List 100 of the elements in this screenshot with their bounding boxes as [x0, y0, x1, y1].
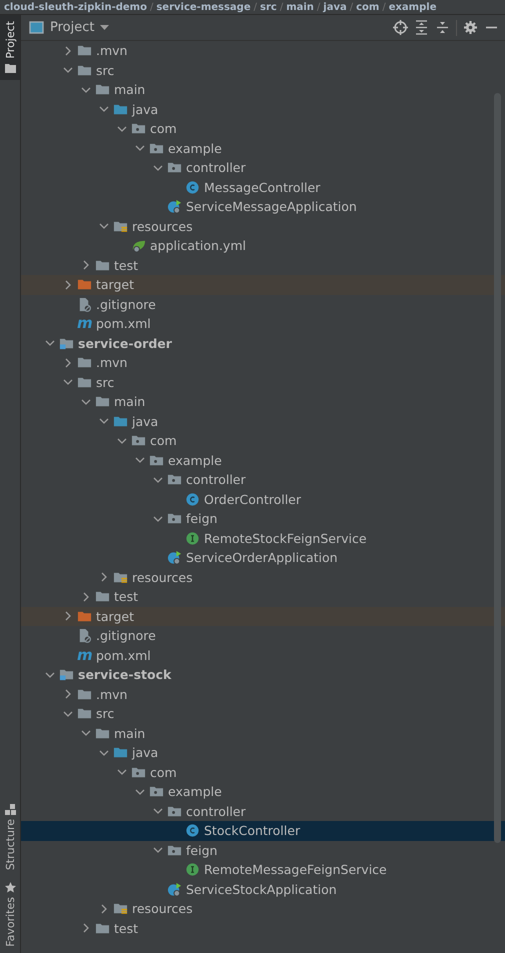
breadcrumb-item[interactable]: service-message — [156, 2, 251, 12]
chevron-icon[interactable] — [135, 786, 145, 797]
panel-title[interactable]: Project — [50, 20, 94, 35]
chevron-icon[interactable] — [63, 46, 73, 56]
tree-item[interactable]: .mvn — [21, 41, 505, 60]
tree-item[interactable]: src — [21, 60, 505, 80]
tree-item[interactable]: service-stock — [21, 665, 505, 684]
tree-item[interactable]: resources — [21, 568, 505, 587]
chevron-icon[interactable] — [99, 748, 109, 758]
side-tab[interactable]: Project — [0, 15, 20, 80]
chevron-icon[interactable] — [63, 611, 73, 622]
chevron-icon[interactable] — [81, 592, 91, 602]
tree-item[interactable]: target — [21, 275, 505, 294]
tree-item[interactable]: feign — [21, 509, 505, 528]
tree-item[interactable]: .gitignore — [21, 294, 505, 314]
breadcrumb-item[interactable]: src — [260, 2, 277, 12]
tree-item[interactable]: ServiceStockApplication — [21, 880, 505, 899]
tree-item[interactable]: MessageController — [21, 178, 505, 197]
tree-item[interactable]: main — [21, 80, 505, 100]
chevron-icon[interactable] — [63, 358, 73, 368]
chevron-icon[interactable] — [135, 455, 145, 466]
tree-item[interactable]: test — [21, 256, 505, 275]
tree-item[interactable]: java — [21, 743, 505, 762]
tree-item[interactable]: .mvn — [21, 684, 505, 704]
chevron-icon[interactable] — [117, 124, 127, 134]
tree-item[interactable]: m pom.xml — [21, 646, 505, 665]
tree-item[interactable]: com — [21, 762, 505, 782]
chevron-icon[interactable] — [99, 221, 109, 232]
collapse-all-icon[interactable] — [435, 20, 450, 35]
chevron-icon[interactable] — [153, 162, 163, 173]
chevron-icon[interactable] — [117, 767, 127, 778]
chevron-icon[interactable] — [99, 572, 109, 582]
breadcrumb-item[interactable]: com — [356, 2, 380, 12]
tree-item[interactable]: target — [21, 606, 505, 626]
tree-item[interactable]: com — [21, 119, 505, 138]
tree-item[interactable]: controller — [21, 470, 505, 490]
chevron-icon[interactable] — [63, 708, 73, 719]
tree-item[interactable]: RemoteStockFeignService — [21, 528, 505, 548]
chevron-icon[interactable] — [63, 280, 73, 290]
breadcrumb-item[interactable]: cloud-sleuth-zipkin-demo — [4, 2, 147, 12]
tree-item[interactable]: example — [21, 138, 505, 158]
tree-item[interactable]: .mvn — [21, 353, 505, 372]
chevron-icon[interactable] — [81, 396, 91, 407]
folder-icon — [4, 62, 16, 74]
scrollbar-thumb[interactable] — [494, 93, 501, 843]
chevron-icon[interactable] — [81, 84, 91, 95]
chevron-icon[interactable] — [153, 806, 163, 816]
breadcrumb-item[interactable]: java — [323, 2, 347, 12]
tree-item[interactable]: resources — [21, 899, 505, 918]
tree-item[interactable]: service-order — [21, 334, 505, 353]
side-tab[interactable]: Structure — [0, 798, 20, 876]
tree-item[interactable]: example — [21, 450, 505, 470]
tree-item[interactable]: m pom.xml — [21, 314, 505, 334]
chevron-icon[interactable] — [99, 904, 109, 914]
side-tab[interactable]: Favorites — [0, 876, 20, 953]
tree-item[interactable]: .gitignore — [21, 626, 505, 646]
breadcrumb-separator: / — [254, 2, 257, 12]
chevron-icon[interactable] — [99, 104, 109, 114]
tree-item[interactable]: main — [21, 724, 505, 743]
locate-icon[interactable] — [393, 20, 408, 35]
chevron-icon[interactable] — [81, 260, 91, 270]
chevron-icon[interactable] — [135, 143, 145, 154]
settings-icon[interactable] — [463, 20, 478, 35]
tree-item[interactable]: resources — [21, 216, 505, 236]
tree-item[interactable]: java — [21, 100, 505, 119]
tree-item[interactable]: OrderController — [21, 490, 505, 509]
chevron-icon[interactable] — [153, 474, 163, 485]
tree-item[interactable]: test — [21, 587, 505, 606]
chevron-icon[interactable] — [99, 416, 109, 426]
chevron-icon[interactable] — [153, 845, 163, 856]
chevron-icon[interactable] — [63, 689, 73, 700]
tree-item[interactable]: example — [21, 782, 505, 802]
tree-item[interactable]: test — [21, 918, 505, 938]
chevron-icon[interactable] — [81, 728, 91, 738]
tree-item[interactable]: java — [21, 412, 505, 431]
chevron-icon[interactable] — [117, 436, 127, 446]
chevron-icon[interactable] — [81, 923, 91, 934]
breadcrumb-item[interactable]: main — [286, 2, 314, 12]
tree-item[interactable]: ServiceMessageApplication — [21, 197, 505, 216]
chevron-icon[interactable] — [153, 514, 163, 524]
chevron-icon[interactable] — [45, 338, 55, 348]
tree-item[interactable]: application.yml — [21, 236, 505, 256]
tree-item[interactable]: ServiceOrderApplication — [21, 548, 505, 568]
interface-icon — [185, 530, 200, 546]
tree-item[interactable]: src — [21, 704, 505, 724]
chevron-icon[interactable] — [63, 65, 73, 76]
tree-item[interactable]: controller — [21, 802, 505, 821]
tree-item[interactable]: RemoteMessageFeignService — [21, 860, 505, 880]
breadcrumb-separator: / — [280, 2, 284, 12]
expand-all-icon[interactable] — [414, 20, 429, 35]
tree-item[interactable]: StockController — [21, 821, 505, 840]
interface-icon — [185, 862, 200, 878]
breadcrumb-item[interactable]: example — [388, 2, 436, 12]
tree-item[interactable]: com — [21, 431, 505, 450]
tree-item[interactable]: src — [21, 372, 505, 392]
chevron-icon[interactable] — [63, 377, 73, 388]
tree-item[interactable]: controller — [21, 158, 505, 178]
tree-item[interactable]: main — [21, 392, 505, 412]
tree-item[interactable]: feign — [21, 840, 505, 860]
chevron-icon[interactable] — [45, 670, 55, 680]
